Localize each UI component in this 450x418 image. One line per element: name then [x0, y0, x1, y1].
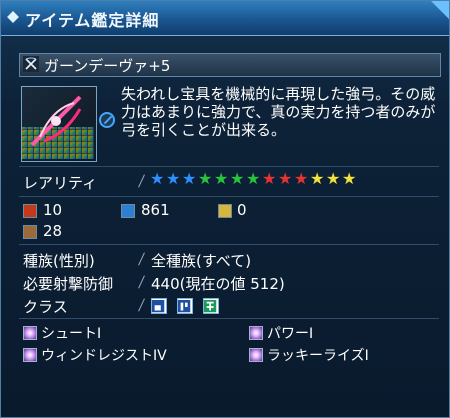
rarity-star-9: ★	[278, 169, 293, 188]
class-ranger-icon	[151, 298, 167, 314]
item-name: ガーンデーヴァ+5	[44, 57, 171, 75]
rarity-star-13: ★	[342, 169, 357, 188]
ability-1-icon	[23, 326, 37, 340]
requirement-value: 440(現在の値 512)	[151, 275, 285, 293]
rarity-label: レアリティ	[23, 174, 98, 192]
rarity-star-1: ★	[150, 169, 165, 188]
separator-slash	[138, 275, 145, 289]
divider	[19, 166, 439, 167]
technique-attack-icon	[218, 204, 232, 218]
rarity-star-6: ★	[230, 169, 245, 188]
untradeable-icon	[99, 112, 115, 128]
rarity-star-8: ★	[262, 169, 277, 188]
race-label: 種族(性別)	[23, 252, 95, 270]
rarity-star-4: ★	[198, 169, 213, 188]
stat-element: 28	[43, 222, 63, 240]
item-image	[22, 95, 94, 159]
ability-2-icon	[249, 326, 263, 340]
rarity-star-12: ★	[326, 169, 341, 188]
ranged-attack-icon	[121, 204, 135, 218]
striking-attack-icon	[23, 204, 37, 218]
rarity-star-7: ★	[246, 169, 261, 188]
element-icon	[23, 225, 37, 239]
ability-3-icon	[23, 348, 37, 362]
rarity-star-5: ★	[214, 169, 229, 188]
class-braver-icon	[203, 298, 219, 314]
ability-1: シュートI	[41, 326, 102, 342]
separator-slash	[138, 298, 145, 312]
separator-slash	[138, 174, 145, 188]
item-name-bar: ガーンデーヴァ+5	[19, 53, 441, 77]
stat-technique: 0	[237, 201, 247, 219]
ability-4-icon	[249, 348, 263, 362]
ability-4: ラッキーライズI	[267, 348, 369, 364]
rarity-star-11: ★	[310, 169, 325, 188]
separator-slash	[138, 252, 145, 266]
ability-2: パワーI	[267, 326, 314, 342]
ability-3: ウィンドレジストIV	[41, 348, 167, 364]
bow-weapon-icon	[23, 56, 39, 72]
requirement-label: 必要射撃防御	[23, 275, 114, 293]
window-title: アイテム鑑定詳細	[25, 11, 160, 30]
stat-ranged: 861	[141, 201, 170, 219]
item-thumbnail	[21, 86, 97, 162]
rarity-star-2: ★	[166, 169, 181, 188]
divider	[19, 244, 439, 245]
item-description: 失われし宝具を機械的に再現した強弓。その威力はあまりに強力で、真の実力を持つ者の…	[121, 85, 436, 139]
item-appraisal-window: アイテム鑑定詳細 ガーンデーヴァ+5 失われし宝具を機械的に再現した強弓。その威…	[0, 0, 450, 418]
divider	[19, 318, 439, 319]
corner-decoration	[431, 1, 449, 19]
stat-striking: 10	[43, 201, 63, 219]
title-bullet-icon	[7, 11, 19, 23]
class-label: クラス	[23, 298, 68, 316]
rarity-star-3: ★	[182, 169, 197, 188]
divider	[19, 196, 439, 197]
race-value: 全種族(すべて)	[151, 252, 252, 270]
rarity-star-10: ★	[294, 169, 309, 188]
title-bar: アイテム鑑定詳細	[1, 1, 449, 36]
class-gunner-icon	[177, 298, 193, 314]
